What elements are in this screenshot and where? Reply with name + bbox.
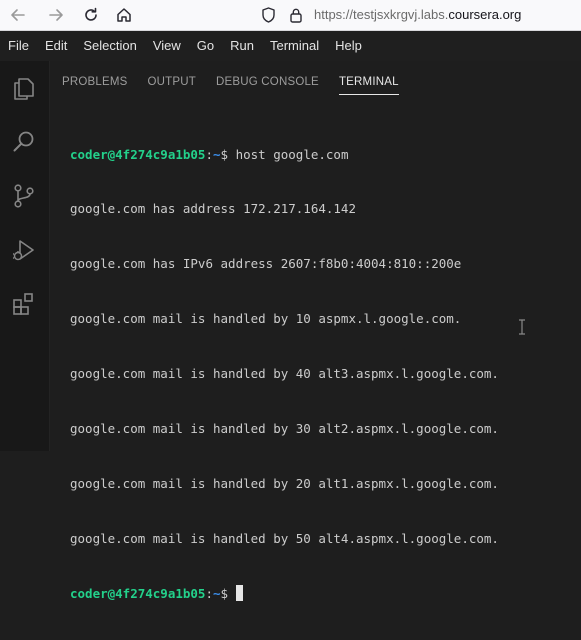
mouse-ibeam-icon xyxy=(518,319,526,340)
terminal-prompt-line: coder@4f274c9a1b05:~$ xyxy=(70,584,571,603)
prompt-symbol: $ xyxy=(220,146,236,162)
source-control-icon[interactable] xyxy=(8,180,40,212)
run-debug-icon[interactable] xyxy=(8,234,40,266)
activity-bar xyxy=(0,61,50,451)
prompt-separator: : xyxy=(205,146,213,162)
browser-toolbar: https://testjsxkrgvj.labs.coursera.org xyxy=(0,0,581,31)
tab-terminal[interactable]: TERMINAL xyxy=(338,73,399,95)
terminal-command: host google.com xyxy=(235,146,349,162)
menu-selection[interactable]: Selection xyxy=(75,31,144,61)
address-bar[interactable]: https://testjsxkrgvj.labs.coursera.org xyxy=(258,3,581,27)
prompt-user: coder@4f274c9a1b05 xyxy=(70,585,206,601)
back-arrow-icon[interactable] xyxy=(6,3,30,27)
forward-arrow-icon[interactable] xyxy=(44,3,68,27)
menu-edit[interactable]: Edit xyxy=(37,31,75,61)
reload-icon[interactable] xyxy=(79,3,103,27)
tab-output[interactable]: OUTPUT xyxy=(148,73,196,95)
menu-go[interactable]: Go xyxy=(189,31,222,61)
menu-help[interactable]: Help xyxy=(327,31,370,61)
prompt-separator: : xyxy=(205,585,213,601)
terminal-cursor xyxy=(235,584,243,601)
terminal-output-line: google.com mail is handled by 10 aspmx.l… xyxy=(70,311,462,327)
menu-bar: File Edit Selection View Go Run Terminal… xyxy=(0,31,581,61)
url-text[interactable]: https://testjsxkrgvj.labs.coursera.org xyxy=(314,7,521,22)
menu-terminal[interactable]: Terminal xyxy=(262,31,327,61)
terminal-output[interactable]: coder@4f274c9a1b05:~$ host google.com go… xyxy=(70,109,571,640)
prompt-symbol: $ xyxy=(220,585,236,601)
url-domain: coursera.org xyxy=(448,7,522,22)
shield-icon[interactable] xyxy=(258,3,278,27)
terminal-output-line: google.com mail is handled by 40 alt3.as… xyxy=(70,366,499,382)
terminal-output-line: google.com has address 172.217.164.142 xyxy=(70,201,356,217)
panel-tabs: PROBLEMS OUTPUT DEBUG CONSOLE TERMINAL xyxy=(62,73,419,95)
prompt-user: coder@4f274c9a1b05 xyxy=(70,146,206,162)
search-icon[interactable] xyxy=(8,126,40,158)
home-icon[interactable] xyxy=(112,3,136,27)
panel: PROBLEMS OUTPUT DEBUG CONSOLE TERMINAL c… xyxy=(50,61,581,601)
terminal-output-line: google.com mail is handled by 50 alt4.as… xyxy=(70,530,499,546)
prompt-path: ~ xyxy=(213,146,221,162)
menu-run[interactable]: Run xyxy=(222,31,262,61)
terminal-command-line: coder@4f274c9a1b05:~$ host google.com xyxy=(70,146,571,164)
terminal-output-line: google.com mail is handled by 20 alt1.as… xyxy=(70,475,499,491)
menu-file[interactable]: File xyxy=(0,31,37,61)
terminal-output-line: google.com has IPv6 address 2607:f8b0:40… xyxy=(70,256,462,272)
tab-debug-console[interactable]: DEBUG CONSOLE xyxy=(216,73,319,95)
extensions-icon[interactable] xyxy=(8,288,40,320)
url-prefix: https://testjsxkrgvj.labs. xyxy=(314,7,449,22)
lock-icon[interactable] xyxy=(286,3,306,27)
prompt-path: ~ xyxy=(213,585,221,601)
tab-problems[interactable]: PROBLEMS xyxy=(62,73,128,95)
explorer-icon[interactable] xyxy=(8,73,40,105)
terminal-output-line: google.com mail is handled by 30 alt2.as… xyxy=(70,421,499,437)
menu-view[interactable]: View xyxy=(145,31,189,61)
